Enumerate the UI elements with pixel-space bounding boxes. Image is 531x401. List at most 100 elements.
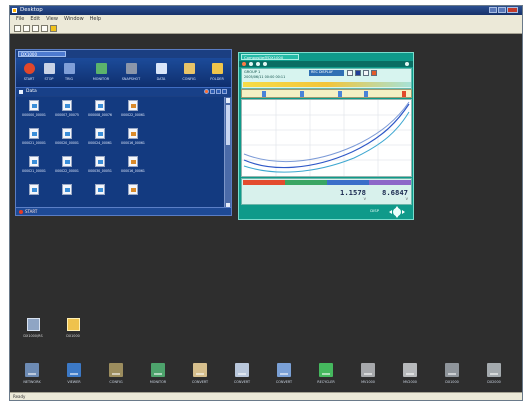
data-button[interactable]: DATA bbox=[151, 63, 171, 85]
view-icon[interactable] bbox=[210, 89, 215, 94]
list-icon[interactable] bbox=[222, 89, 227, 94]
menu-edit[interactable]: Edit bbox=[30, 16, 40, 22]
window-controls bbox=[489, 7, 518, 13]
menu-file[interactable]: File bbox=[16, 16, 24, 22]
launcher-convert-2[interactable]: CONVERT bbox=[222, 360, 262, 396]
desktop-shortcut-dx1000-rs[interactable]: DX1000/RS bbox=[20, 318, 46, 346]
recorder-toolbar: START STOP TRIG MONITOR SNAPSHOT DATA CO… bbox=[16, 58, 231, 87]
close-icon[interactable] bbox=[507, 7, 518, 13]
launcher-recycler[interactable]: RECYCLER bbox=[306, 360, 346, 396]
section-tools bbox=[204, 89, 227, 94]
scroll-thumb[interactable] bbox=[226, 105, 230, 145]
launcher-convert-3[interactable]: CONVERT bbox=[264, 360, 304, 396]
config-icon bbox=[109, 363, 123, 377]
trig-button[interactable]: TRIG bbox=[59, 63, 79, 85]
recycle-icon bbox=[319, 363, 333, 377]
zoom-icon[interactable] bbox=[256, 62, 260, 66]
data-icon bbox=[155, 63, 167, 74]
date-time-label: 2005/06/11 00:00 00:11 bbox=[244, 75, 286, 79]
list-item[interactable]: 000024_00061 bbox=[85, 125, 115, 152]
list-item[interactable]: 000020_00001 bbox=[52, 125, 82, 152]
launcher-config[interactable]: CONFIG bbox=[96, 360, 136, 396]
maximize-icon[interactable] bbox=[498, 7, 506, 13]
launcher-mv2000[interactable]: MV2000 bbox=[390, 360, 430, 396]
settings-icon[interactable] bbox=[263, 62, 267, 66]
folder-button[interactable]: FOLDER bbox=[207, 63, 227, 85]
launcher-dx1000[interactable]: DX1000 bbox=[432, 360, 472, 396]
new-icon[interactable] bbox=[14, 24, 21, 32]
file-list-scrollbar[interactable] bbox=[224, 97, 231, 209]
channel-color-strip bbox=[243, 82, 411, 87]
record-icon[interactable] bbox=[242, 62, 246, 66]
list-item[interactable]: 000016_00061 bbox=[118, 125, 148, 152]
main-toolbar bbox=[10, 23, 522, 34]
config-button[interactable]: CONFIG bbox=[179, 63, 199, 85]
camera-icon bbox=[125, 63, 137, 74]
minimize-icon[interactable] bbox=[489, 7, 497, 13]
alarm-icon[interactable] bbox=[371, 70, 377, 76]
list-item[interactable]: 000022_00061 bbox=[118, 97, 148, 124]
stop-icon bbox=[43, 63, 55, 74]
pause-icon[interactable] bbox=[249, 62, 253, 66]
bar-view-icon[interactable] bbox=[363, 70, 369, 76]
network-icon bbox=[25, 363, 39, 377]
list-item[interactable]: 000000_00001 bbox=[19, 97, 49, 124]
digital-view-icon[interactable] bbox=[355, 70, 361, 76]
launcher-monitor[interactable]: MONITOR bbox=[138, 360, 178, 396]
open-icon[interactable] bbox=[23, 24, 30, 32]
launcher-viewer[interactable]: VIEWER bbox=[54, 360, 94, 396]
properties-icon[interactable] bbox=[41, 24, 48, 32]
viewer-icon bbox=[67, 363, 81, 377]
channel-color-bar bbox=[327, 180, 369, 185]
launcher-network[interactable]: NETWORK bbox=[12, 360, 52, 396]
launcher-convert-1[interactable]: CONVERT bbox=[180, 360, 220, 396]
close-panel-icon[interactable] bbox=[405, 62, 409, 66]
config-icon bbox=[183, 63, 195, 74]
navigation-pad-icon[interactable] bbox=[389, 206, 405, 218]
list-item[interactable] bbox=[52, 181, 82, 208]
recorder-data-window: DX1000 START STOP TRIG MONITOR SNAPSHOT … bbox=[15, 49, 232, 216]
folder-icon bbox=[66, 318, 80, 331]
monitor-button[interactable]: MONITOR bbox=[91, 63, 111, 85]
channel-cell-3: 1.1578 V bbox=[327, 180, 369, 205]
file-icon bbox=[62, 156, 72, 167]
trend-toolbar bbox=[239, 61, 413, 67]
menu-help[interactable]: Help bbox=[90, 16, 101, 22]
help-icon[interactable] bbox=[50, 24, 57, 32]
scroll-up-icon[interactable] bbox=[226, 98, 230, 103]
list-item[interactable]: 000021_00001 bbox=[19, 153, 49, 180]
grid-icon[interactable] bbox=[216, 89, 221, 94]
tab-composite[interactable]: Composite@DX1000 bbox=[241, 54, 299, 60]
refresh-icon[interactable] bbox=[204, 89, 209, 94]
start-button[interactable]: START bbox=[19, 63, 39, 85]
list-item[interactable]: 000016_00061 bbox=[118, 153, 148, 180]
trend-header: GROUP 1 2005/06/11 00:00 00:11 REC DISPL… bbox=[241, 68, 412, 89]
list-item[interactable]: 000008_00076 bbox=[85, 97, 115, 124]
window-title: Desktop bbox=[20, 7, 43, 13]
trend-display-window: Composite@DX1000 GROUP 1 2005/06/11 00:0… bbox=[238, 52, 414, 220]
channel-cell-4: 8.6847 V bbox=[369, 180, 411, 205]
trend-view-icon[interactable] bbox=[347, 70, 353, 76]
list-item[interactable]: 000030_00051 bbox=[85, 153, 115, 180]
channel-unit: V bbox=[405, 197, 408, 201]
launcher-dx2000[interactable]: DX2000 bbox=[474, 360, 514, 396]
save-icon[interactable] bbox=[32, 24, 39, 32]
file-list: 000000_00001 000007_00075 000008_00076 0… bbox=[16, 97, 226, 209]
list-item[interactable] bbox=[118, 181, 148, 208]
snapshot-button[interactable]: SNAPSHOT bbox=[121, 63, 141, 85]
launcher-mv1000[interactable]: MV1000 bbox=[348, 360, 388, 396]
list-item[interactable] bbox=[85, 181, 115, 208]
stop-button[interactable]: STOP bbox=[39, 63, 59, 85]
tab-dx1000[interactable]: DX1000 bbox=[18, 51, 66, 57]
list-item[interactable] bbox=[19, 181, 49, 208]
convert-icon bbox=[277, 363, 291, 377]
channel-cell-1 bbox=[243, 180, 285, 205]
list-item[interactable]: 000021_00001 bbox=[19, 125, 49, 152]
desktop-shortcut-dx1000[interactable]: DX1000 bbox=[60, 318, 86, 346]
trend-chart bbox=[241, 99, 412, 177]
menu-window[interactable]: Window bbox=[64, 16, 84, 22]
list-item[interactable]: 000007_00075 bbox=[52, 97, 82, 124]
list-item[interactable]: 000022_00001 bbox=[52, 153, 82, 180]
recorder-status-bar: START bbox=[16, 207, 231, 215]
menu-view[interactable]: View bbox=[46, 16, 58, 22]
